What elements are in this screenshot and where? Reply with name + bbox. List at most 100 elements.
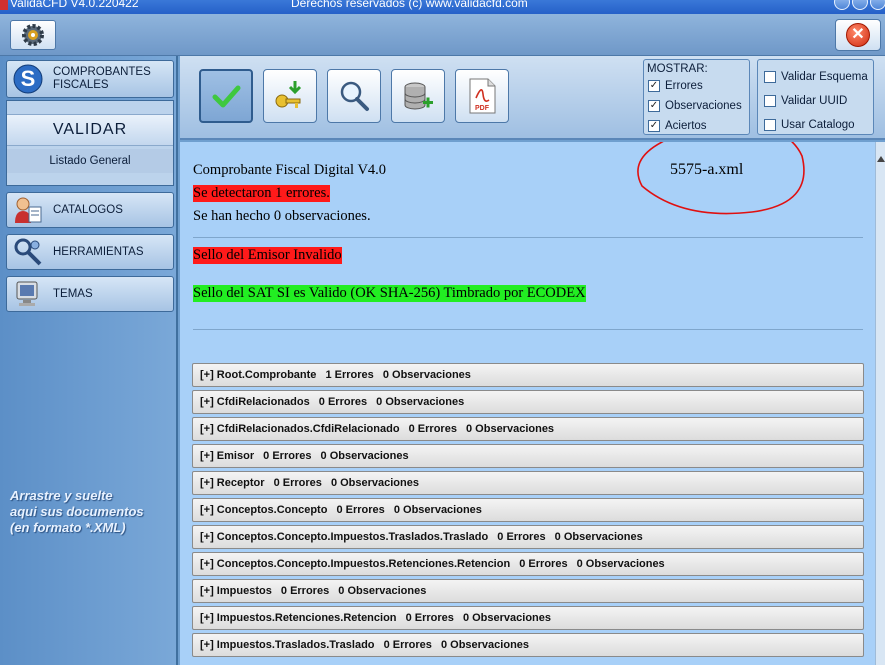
section-name: [+] Conceptos.Concepto.Impuestos.Traslad… [200,531,489,543]
section-name: [+] Conceptos.Concepto.Impuestos.Retenci… [200,558,511,570]
section-row[interactable]: [+] Receptor 0 Errores 0 Observaciones [192,471,864,495]
section-name: [+] Root.Comprobante [200,369,317,381]
action-toolbar: PDF MOSTRAR: ✓ Errores ✓ Observaciones ✓… [180,56,885,140]
copyright-text: Derechos reservados (c) www.validacfd.co… [291,0,528,10]
section-name: [+] Impuestos.Traslados.Traslado [200,639,375,651]
section-observations: 0 Observaciones [576,558,665,570]
observaciones-checkbox[interactable]: ✓ [648,100,660,112]
errors-summary: Se detectaron 1 errores. [193,185,330,202]
sections-list: [+] Root.Comprobante 1 Errores 0 Observa… [192,363,864,660]
drop-hint-line: aqui sus documentos [10,504,144,519]
section-errors: 0 Errores [336,504,385,516]
section-errors: 0 Errores [263,450,312,462]
section-observations: 0 Observaciones [462,612,552,624]
checkbox-label: Usar Catalogo [781,119,855,131]
title-bar: ValidaCFD V4.0.220422 Derechos reservado… [0,0,885,14]
svg-text:S: S [21,66,36,91]
option-usar-catalogo[interactable]: Usar Catalogo [764,119,855,131]
section-row[interactable]: [+] Impuestos.Traslados.Traslado 0 Error… [192,633,864,657]
minimize-button[interactable] [834,0,850,10]
sello-sat-status: Sello del SAT SI es Valido (OK SHA-256) … [193,285,586,302]
pdf-button[interactable]: PDF [455,69,509,123]
section-row[interactable]: [+] Conceptos.Concepto.Impuestos.Traslad… [192,525,864,549]
section-row[interactable]: [+] Emisor 0 Errores 0 Observaciones [192,444,864,468]
section-row[interactable]: [+] Impuestos 0 Errores 0 Observaciones [192,579,864,603]
mostrar-title: MOSTRAR: [647,63,708,75]
section-observations: 0 Observaciones [330,477,419,489]
section-name: [+] Receptor [200,477,265,489]
validate-button[interactable] [199,69,253,123]
checkbox-label: Aciertos [665,120,707,132]
validar-panel: VALIDAR Listado General [6,100,174,186]
errores-checkbox[interactable]: ✓ [648,80,660,92]
validation-report: Comprobante Fiscal Digital V4.0 5575-a.x… [180,142,875,665]
section-errors: 0 Errores [280,585,330,597]
drop-hint-line: Arrastre y suelte [10,488,113,503]
sidebar-item-label: COMPROBANTES [53,66,151,78]
aciertos-checkbox[interactable]: ✓ [648,120,660,132]
sidebar-item-herramientas[interactable]: HERRAMIENTAS [6,234,174,270]
section-row[interactable]: [+] CfdiRelacionados 0 Errores 0 Observa… [192,390,864,414]
section-observations: 0 Observaciones [376,396,465,408]
section-row[interactable]: [+] Conceptos.Concepto 0 Errores 0 Obser… [192,498,864,522]
close-app-button[interactable]: ✕ [835,19,881,51]
sidebar-item-temas[interactable]: TEMAS [6,276,174,312]
divider [193,237,863,238]
listado-general-link[interactable]: Listado General [7,149,173,173]
usar-catalogo-checkbox[interactable] [764,119,776,131]
window-title: ValidaCFD V4.0.220422 [10,0,139,10]
section-errors: 0 Errores [408,423,457,435]
database-add-button[interactable] [391,69,445,123]
top-toolbar: ✕ [0,14,885,56]
drop-hint: Arrastre y suelte aqui sus documentos (e… [10,488,170,536]
validation-options-panel: Validar Esquema Validar UUID Usar Catalo… [757,59,874,135]
filter-observaciones[interactable]: ✓ Observaciones [648,100,742,112]
scroll-up-icon[interactable] [877,156,885,162]
observations-summary: Se han hecho 0 observaciones. [193,208,371,224]
sidebar-item-comprobantes[interactable]: S COMPROBANTES FISCALES [6,60,174,98]
option-validar-esquema[interactable]: Validar Esquema [764,71,868,83]
section-observations: 0 Observaciones [554,531,643,543]
drop-hint-line: (en formato *.XML) [10,520,126,535]
keys-download-button[interactable] [263,69,317,123]
section-name: [+] Emisor [200,450,255,462]
filter-aciertos[interactable]: ✓ Aciertos [648,120,707,132]
pdf-label: PDF [475,105,490,112]
settings-button[interactable] [10,20,56,50]
checkbox-label: Observaciones [665,100,742,112]
section-name: [+] Impuestos [200,585,272,597]
maximize-button[interactable] [852,0,868,10]
section-observations: 0 Observaciones [382,369,471,381]
validar-esquema-checkbox[interactable] [764,71,776,83]
validar-uuid-checkbox[interactable] [764,95,776,107]
section-row[interactable]: [+] CfdiRelacionados.CfdiRelacionado 0 E… [192,417,864,441]
sidebar-item-label: CATALOGOS [53,203,123,216]
close-icon: ✕ [846,23,870,47]
vertical-scrollbar[interactable] [875,142,885,665]
search-button[interactable] [327,69,381,123]
user-catalog-icon [11,194,45,226]
validar-tab[interactable]: VALIDAR [7,114,173,146]
filter-errores[interactable]: ✓ Errores [648,80,703,92]
pdf-icon: PDF [469,78,496,114]
sidebar-item-catalogos[interactable]: CATALOGOS [6,192,174,228]
window-close-button[interactable] [870,0,885,10]
section-name: [+] Conceptos.Concepto [200,504,328,516]
option-validar-uuid[interactable]: Validar UUID [764,95,847,107]
checkmark-icon [212,85,241,108]
section-row[interactable]: [+] Conceptos.Concepto.Impuestos.Retenci… [192,552,864,576]
section-name: [+] CfdiRelacionados [200,396,310,408]
gear-icon [22,24,44,46]
section-errors: 0 Errores [519,558,568,570]
dollar-icon: S [11,63,45,95]
database-add-icon [404,82,433,110]
sidebar: S COMPROBANTES FISCALES VALIDAR Listado … [0,56,178,665]
section-observations: 0 Observaciones [338,585,427,597]
red-circle-annotation [637,142,805,215]
section-row[interactable]: [+] Root.Comprobante 1 Errores 0 Observa… [192,363,864,387]
section-row[interactable]: [+] Impuestos.Retenciones.Retencion 0 Er… [192,606,864,630]
section-observations: 0 Observaciones [440,639,530,651]
section-name: [+] Impuestos.Retenciones.Retencion [200,612,397,624]
section-errors: 0 Errores [405,612,454,624]
monitor-icon [11,278,45,310]
